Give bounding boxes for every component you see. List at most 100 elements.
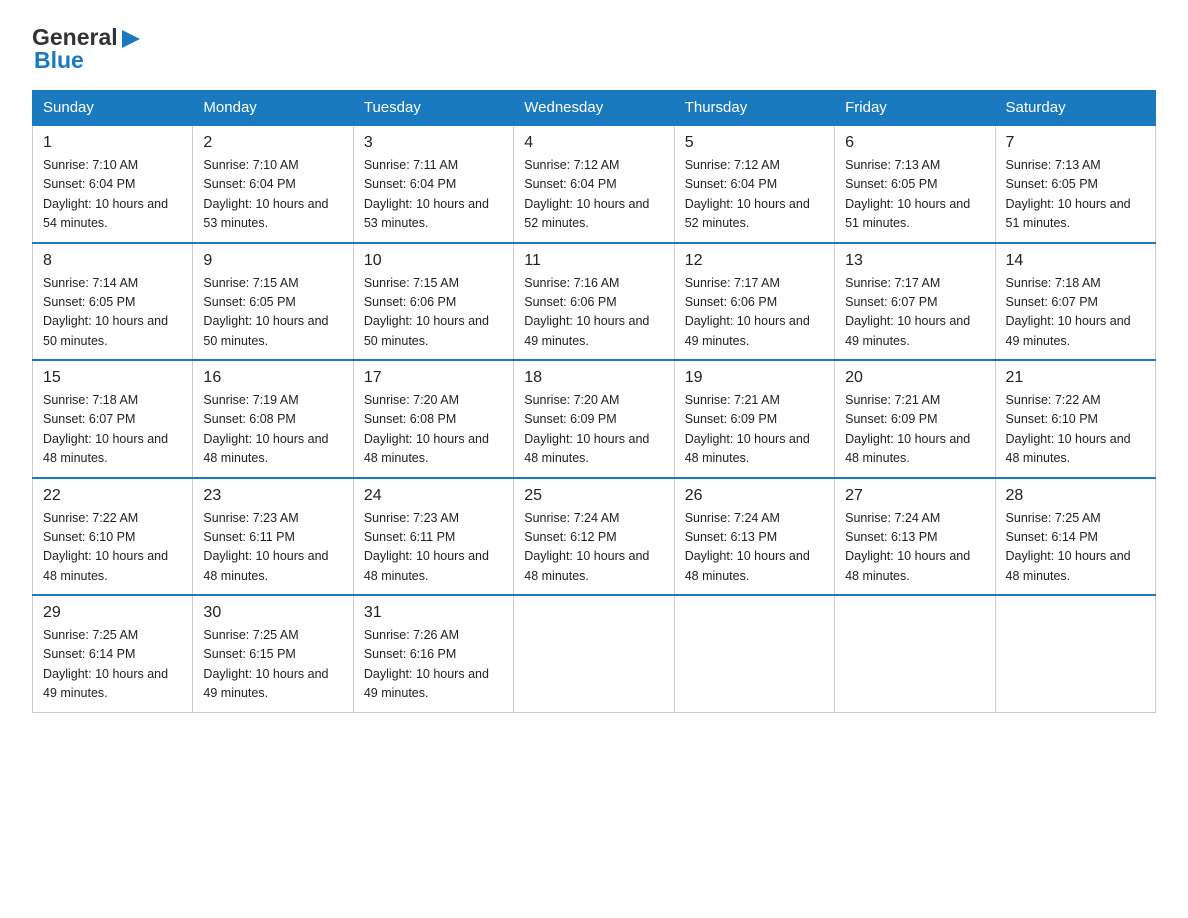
day-cell-12: 12 Sunrise: 7:17 AMSunset: 6:06 PMDaylig… [674,243,834,361]
day-header-tuesday: Tuesday [353,91,513,126]
day-number: 15 [43,369,182,387]
day-info: Sunrise: 7:19 AMSunset: 6:08 PMDaylight:… [203,393,328,465]
week-row-3: 15 Sunrise: 7:18 AMSunset: 6:07 PMDaylig… [33,360,1156,478]
day-number: 10 [364,252,503,270]
day-number: 1 [43,134,182,152]
day-number: 18 [524,369,663,387]
day-info: Sunrise: 7:24 AMSunset: 6:12 PMDaylight:… [524,511,649,583]
day-number: 6 [845,134,984,152]
day-header-wednesday: Wednesday [514,91,674,126]
day-cell-18: 18 Sunrise: 7:20 AMSunset: 6:09 PMDaylig… [514,360,674,478]
day-info: Sunrise: 7:20 AMSunset: 6:08 PMDaylight:… [364,393,489,465]
day-number: 14 [1006,252,1145,270]
empty-cell [674,595,834,712]
day-info: Sunrise: 7:25 AMSunset: 6:14 PMDaylight:… [1006,511,1131,583]
week-row-1: 1 Sunrise: 7:10 AMSunset: 6:04 PMDayligh… [33,125,1156,243]
day-cell-27: 27 Sunrise: 7:24 AMSunset: 6:13 PMDaylig… [835,478,995,596]
day-number: 11 [524,252,663,270]
day-number: 29 [43,604,182,622]
day-info: Sunrise: 7:10 AMSunset: 6:04 PMDaylight:… [43,158,168,230]
days-of-week-row: SundayMondayTuesdayWednesdayThursdayFrid… [33,91,1156,126]
day-info: Sunrise: 7:11 AMSunset: 6:04 PMDaylight:… [364,158,489,230]
day-info: Sunrise: 7:24 AMSunset: 6:13 PMDaylight:… [845,511,970,583]
calendar-body: 1 Sunrise: 7:10 AMSunset: 6:04 PMDayligh… [33,125,1156,712]
day-number: 2 [203,134,342,152]
day-info: Sunrise: 7:21 AMSunset: 6:09 PMDaylight:… [685,393,810,465]
day-number: 8 [43,252,182,270]
day-number: 19 [685,369,824,387]
day-number: 25 [524,487,663,505]
day-cell-1: 1 Sunrise: 7:10 AMSunset: 6:04 PMDayligh… [33,125,193,243]
day-cell-13: 13 Sunrise: 7:17 AMSunset: 6:07 PMDaylig… [835,243,995,361]
day-info: Sunrise: 7:17 AMSunset: 6:06 PMDaylight:… [685,276,810,348]
day-number: 7 [1006,134,1145,152]
day-cell-31: 31 Sunrise: 7:26 AMSunset: 6:16 PMDaylig… [353,595,513,712]
empty-cell [514,595,674,712]
week-row-4: 22 Sunrise: 7:22 AMSunset: 6:10 PMDaylig… [33,478,1156,596]
day-info: Sunrise: 7:22 AMSunset: 6:10 PMDaylight:… [1006,393,1131,465]
day-cell-10: 10 Sunrise: 7:15 AMSunset: 6:06 PMDaylig… [353,243,513,361]
day-cell-19: 19 Sunrise: 7:21 AMSunset: 6:09 PMDaylig… [674,360,834,478]
day-info: Sunrise: 7:25 AMSunset: 6:15 PMDaylight:… [203,628,328,700]
day-cell-2: 2 Sunrise: 7:10 AMSunset: 6:04 PMDayligh… [193,125,353,243]
day-info: Sunrise: 7:12 AMSunset: 6:04 PMDaylight:… [524,158,649,230]
logo-blue-text: Blue [34,47,142,74]
day-info: Sunrise: 7:15 AMSunset: 6:06 PMDaylight:… [364,276,489,348]
empty-cell [835,595,995,712]
day-info: Sunrise: 7:17 AMSunset: 6:07 PMDaylight:… [845,276,970,348]
day-cell-24: 24 Sunrise: 7:23 AMSunset: 6:11 PMDaylig… [353,478,513,596]
day-number: 3 [364,134,503,152]
day-number: 9 [203,252,342,270]
empty-cell [995,595,1155,712]
day-cell-25: 25 Sunrise: 7:24 AMSunset: 6:12 PMDaylig… [514,478,674,596]
day-number: 24 [364,487,503,505]
logo: General Blue [32,24,142,74]
day-info: Sunrise: 7:16 AMSunset: 6:06 PMDaylight:… [524,276,649,348]
calendar-table: SundayMondayTuesdayWednesdayThursdayFrid… [32,90,1156,713]
day-cell-29: 29 Sunrise: 7:25 AMSunset: 6:14 PMDaylig… [33,595,193,712]
day-info: Sunrise: 7:21 AMSunset: 6:09 PMDaylight:… [845,393,970,465]
day-info: Sunrise: 7:24 AMSunset: 6:13 PMDaylight:… [685,511,810,583]
day-info: Sunrise: 7:12 AMSunset: 6:04 PMDaylight:… [685,158,810,230]
page-header: General Blue [32,24,1156,74]
day-info: Sunrise: 7:23 AMSunset: 6:11 PMDaylight:… [203,511,328,583]
day-info: Sunrise: 7:22 AMSunset: 6:10 PMDaylight:… [43,511,168,583]
day-header-monday: Monday [193,91,353,126]
day-info: Sunrise: 7:23 AMSunset: 6:11 PMDaylight:… [364,511,489,583]
week-row-5: 29 Sunrise: 7:25 AMSunset: 6:14 PMDaylig… [33,595,1156,712]
day-cell-14: 14 Sunrise: 7:18 AMSunset: 6:07 PMDaylig… [995,243,1155,361]
day-cell-6: 6 Sunrise: 7:13 AMSunset: 6:05 PMDayligh… [835,125,995,243]
day-info: Sunrise: 7:18 AMSunset: 6:07 PMDaylight:… [43,393,168,465]
day-cell-28: 28 Sunrise: 7:25 AMSunset: 6:14 PMDaylig… [995,478,1155,596]
day-number: 20 [845,369,984,387]
day-cell-20: 20 Sunrise: 7:21 AMSunset: 6:09 PMDaylig… [835,360,995,478]
day-header-thursday: Thursday [674,91,834,126]
day-info: Sunrise: 7:18 AMSunset: 6:07 PMDaylight:… [1006,276,1131,348]
day-number: 30 [203,604,342,622]
day-number: 21 [1006,369,1145,387]
day-cell-11: 11 Sunrise: 7:16 AMSunset: 6:06 PMDaylig… [514,243,674,361]
calendar-header: SundayMondayTuesdayWednesdayThursdayFrid… [33,91,1156,126]
day-number: 17 [364,369,503,387]
day-header-sunday: Sunday [33,91,193,126]
week-row-2: 8 Sunrise: 7:14 AMSunset: 6:05 PMDayligh… [33,243,1156,361]
day-cell-7: 7 Sunrise: 7:13 AMSunset: 6:05 PMDayligh… [995,125,1155,243]
day-number: 12 [685,252,824,270]
day-number: 5 [685,134,824,152]
day-info: Sunrise: 7:14 AMSunset: 6:05 PMDaylight:… [43,276,168,348]
day-number: 31 [364,604,503,622]
day-cell-23: 23 Sunrise: 7:23 AMSunset: 6:11 PMDaylig… [193,478,353,596]
day-cell-8: 8 Sunrise: 7:14 AMSunset: 6:05 PMDayligh… [33,243,193,361]
day-number: 26 [685,487,824,505]
day-cell-5: 5 Sunrise: 7:12 AMSunset: 6:04 PMDayligh… [674,125,834,243]
day-header-friday: Friday [835,91,995,126]
day-cell-17: 17 Sunrise: 7:20 AMSunset: 6:08 PMDaylig… [353,360,513,478]
day-header-saturday: Saturday [995,91,1155,126]
day-info: Sunrise: 7:20 AMSunset: 6:09 PMDaylight:… [524,393,649,465]
day-info: Sunrise: 7:13 AMSunset: 6:05 PMDaylight:… [1006,158,1131,230]
day-cell-15: 15 Sunrise: 7:18 AMSunset: 6:07 PMDaylig… [33,360,193,478]
day-number: 28 [1006,487,1145,505]
day-cell-3: 3 Sunrise: 7:11 AMSunset: 6:04 PMDayligh… [353,125,513,243]
day-info: Sunrise: 7:13 AMSunset: 6:05 PMDaylight:… [845,158,970,230]
day-cell-26: 26 Sunrise: 7:24 AMSunset: 6:13 PMDaylig… [674,478,834,596]
